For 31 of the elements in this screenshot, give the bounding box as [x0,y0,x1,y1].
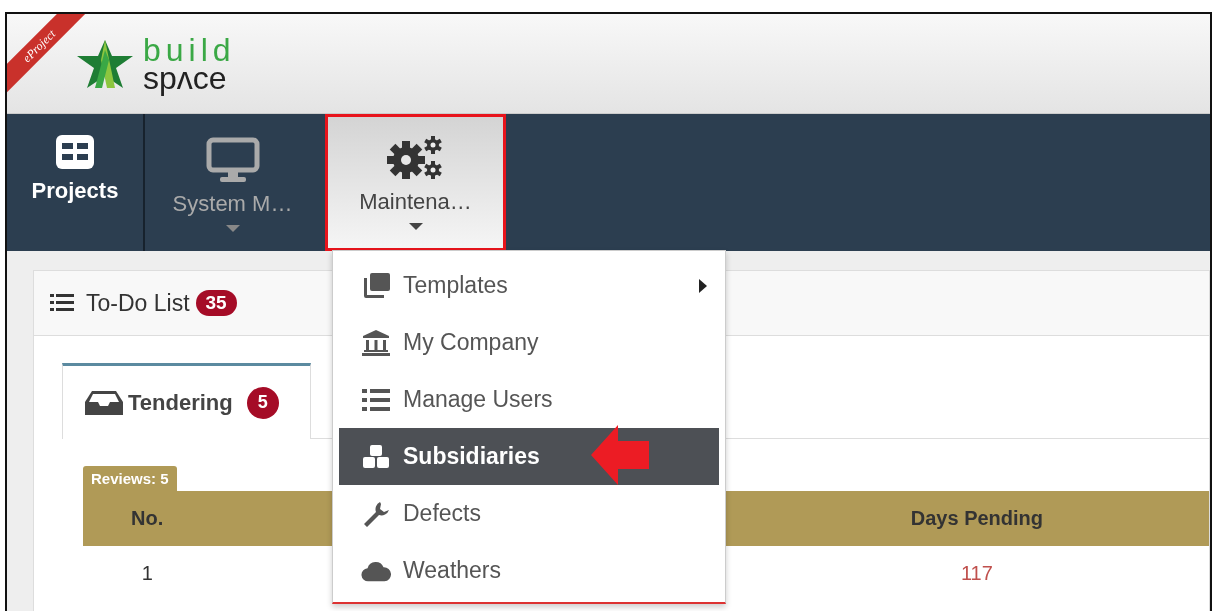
tab[interactable]: Tendering 5 [62,363,311,439]
list-icon [50,293,74,313]
inbox-icon [84,389,124,416]
column-header: Days Pending [909,507,1045,530]
caret-icon [225,224,240,233]
menu-item[interactable]: Manage Users [339,371,719,428]
menu-item[interactable]: Defects [339,485,719,542]
menu-item[interactable]: Weathers [339,542,719,599]
caret-icon [408,222,423,231]
menu-item[interactable]: Subsidiaries [339,428,719,485]
menu-item[interactable]: Templates [339,257,719,314]
bank-icon [362,329,390,356]
menu-item[interactable]: My Company [339,314,719,371]
reviews-badge: Reviews: 5 [83,466,177,491]
table-cell-text: 117 [959,562,994,585]
nav-item[interactable]: Projects [7,114,145,251]
monitor-icon [205,136,260,183]
count-badge: 5 [246,386,279,419]
column-header: No. [130,507,165,530]
list-icon [362,387,390,412]
submenu-arrow-icon [699,278,707,293]
logo-text: build [143,35,236,64]
grid-icon [55,134,95,170]
wrench-icon [362,499,390,528]
table-cell-text: 1 [140,562,154,585]
copy-icon [362,272,390,299]
count-badge: 35 [195,290,237,316]
cubes-icon [362,443,390,470]
nav-item[interactable]: Maintena… [325,114,506,251]
pointer-arrow [591,425,651,485]
panel-title: To-Do List [86,289,190,317]
